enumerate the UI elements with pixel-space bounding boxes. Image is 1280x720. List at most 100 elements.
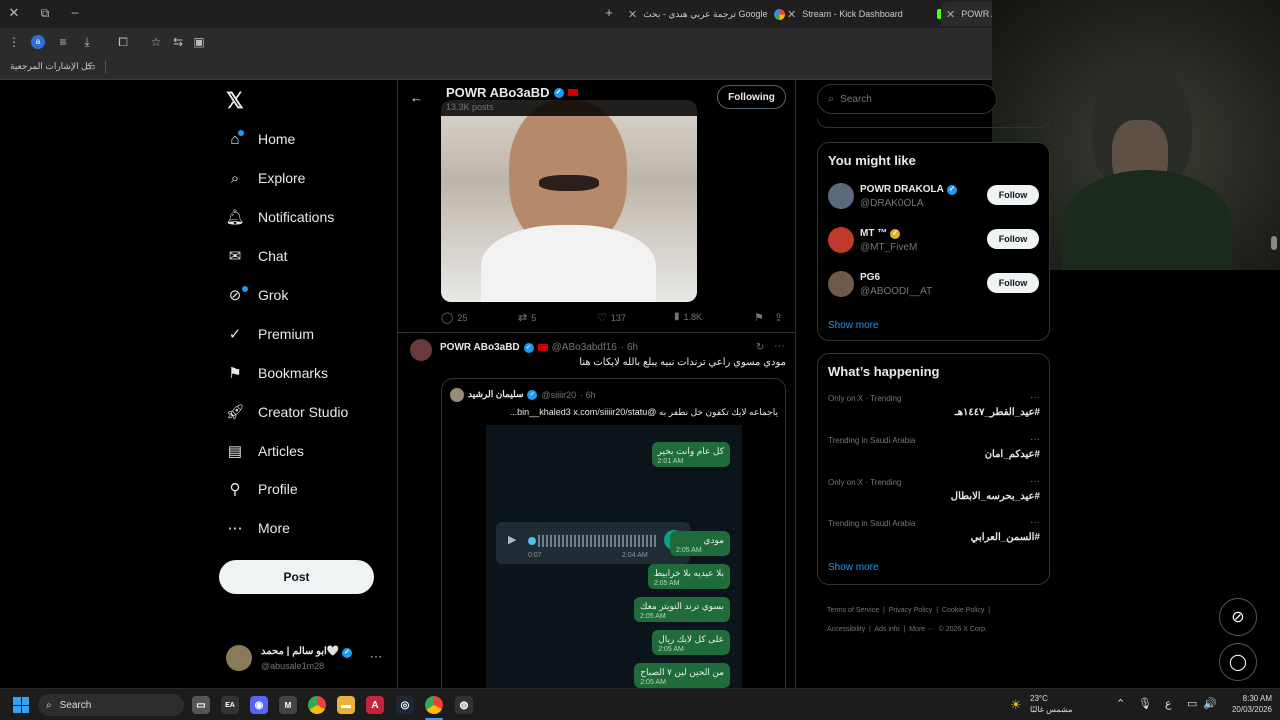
post-author-avatar[interactable] <box>410 339 432 361</box>
nav-item-home[interactable]: ⌂ Home <box>226 130 295 148</box>
trend-item[interactable]: Trending in Saudi Arabia ··· #السمن_العراب… <box>828 517 1040 553</box>
quoted-post[interactable]: سليمان الرشيد ✓ @siiiir20 · 6h ياجماعه ل… <box>441 378 786 688</box>
trend-item[interactable]: Only on X · Trending ··· #عيد_بحرسه_الابطا… <box>828 476 1040 512</box>
windows-start-icon[interactable] <box>13 697 29 713</box>
suggestion-name[interactable]: MT ™ ✓ <box>860 228 901 239</box>
menu-dots-icon[interactable]: ⋮ <box>6 34 22 50</box>
voice-message[interactable]: ▶ 👤 0:07 2:04 AM <box>496 522 690 564</box>
volume-icon[interactable]: 🔊 <box>1203 697 1217 710</box>
more-dots-icon[interactable]: ··· <box>370 649 382 663</box>
clock-time[interactable]: 8:30 AM <box>1226 694 1272 703</box>
trend-item[interactable]: Trending in Saudi Arabia ··· #عيدكم_امان <box>828 434 1040 470</box>
voice-progress-dot[interactable] <box>528 537 536 545</box>
suggestion-name[interactable]: POWR DRAKOLA ✓ <box>860 184 957 195</box>
cast-icon[interactable]: ▣ <box>191 34 207 50</box>
messages-float-button[interactable]: ◯ <box>1219 643 1257 681</box>
chrome-icon[interactable] <box>308 696 326 714</box>
post-author-name[interactable]: POWR ABo3aBD <box>440 342 520 353</box>
folder-icon[interactable]: ▭ <box>85 60 95 73</box>
clock-date[interactable]: 20/03/2026 <box>1220 705 1272 714</box>
obs-icon[interactable]: ◍ <box>455 696 473 714</box>
page-scrollbar[interactable] <box>1271 236 1277 250</box>
suggestion-avatar[interactable] <box>828 183 854 209</box>
post-time[interactable]: · 6h <box>621 342 638 353</box>
trend-item[interactable]: Only on X · Trending ··· #عيد_الفطر_١٤٤٧هـ <box>828 392 1040 428</box>
following-button[interactable]: Following <box>717 85 786 109</box>
share-icon[interactable]: ⇪ <box>774 311 783 324</box>
follow-button[interactable]: Follow <box>987 185 1039 205</box>
more-dots-icon[interactable]: ··· <box>1030 434 1040 445</box>
adobe-icon[interactable]: A <box>366 696 384 714</box>
footer-terms[interactable]: Terms of Service <box>827 607 879 614</box>
input-language[interactable]: ع <box>1165 697 1172 710</box>
profile-avatar[interactable]: a <box>31 35 45 49</box>
play-icon[interactable]: ▶ <box>508 533 516 546</box>
app-icon-m[interactable]: M <box>279 696 297 714</box>
bookmark-icon[interactable]: ⚑ <box>754 311 764 324</box>
footer-ads[interactable]: Ads info <box>874 626 899 633</box>
follow-button[interactable]: Follow <box>987 229 1039 249</box>
more-dots-icon[interactable]: ··· <box>1030 392 1040 403</box>
microphone-icon[interactable]: 🎙 <box>1138 697 1152 710</box>
nav-item-profile[interactable]: ⚲ Profile <box>226 480 298 498</box>
translate-icon[interactable]: ⇆ <box>170 34 186 50</box>
nav-item-bookmarks[interactable]: ⚑ Bookmarks <box>226 364 328 382</box>
views-action[interactable]: ▮ 1.8K <box>674 311 702 322</box>
more-dots-icon[interactable]: ··· <box>1030 476 1040 487</box>
footer-more[interactable]: More ··· <box>909 626 934 633</box>
footer-accessibility[interactable]: Accessibility <box>827 626 865 633</box>
grok-icon[interactable]: ↻ <box>756 342 764 353</box>
file-explorer-icon[interactable]: ▬ <box>337 696 355 714</box>
media-icon[interactable]: ≡ <box>55 34 71 50</box>
repost-action[interactable]: ⇄ 5 <box>518 311 536 324</box>
suggestion-avatar[interactable] <box>828 227 854 253</box>
back-arrow-icon[interactable]: ← <box>410 90 423 105</box>
reply-action[interactable]: ◯ 25 <box>441 311 467 324</box>
nav-item-explore[interactable]: ⌕ Explore <box>226 169 306 187</box>
chevron-up-icon[interactable]: ⌃ <box>1116 697 1125 710</box>
tab-kick-dashboard[interactable]: ✕ Stream - Kick Dashboard <box>787 4 947 24</box>
tab-search-icon[interactable]: ⧉ <box>37 5 53 21</box>
footer-cookie[interactable]: Cookie Policy <box>942 607 984 614</box>
all-bookmarks-label[interactable]: كل الإشارات المرجعية <box>10 61 92 72</box>
download-icon[interactable]: ⤓ <box>79 34 95 50</box>
nav-item-more[interactable]: ⋯ More <box>226 519 290 537</box>
close-tab-icon[interactable]: ✕ <box>628 8 637 21</box>
tab-google-translate[interactable]: ✕ ترجمة عربي هندي - بحث Google <box>628 4 785 24</box>
new-tab-icon[interactable]: + <box>601 5 617 21</box>
post-image[interactable] <box>441 100 697 302</box>
search-input[interactable]: ⌕ Search <box>817 84 997 114</box>
post-author-handle[interactable]: @ABo3abdf16 <box>552 342 617 353</box>
taskbar-search[interactable]: ⌕ Search <box>38 694 184 716</box>
suggestion-name[interactable]: PG6 <box>860 272 880 283</box>
grok-float-button[interactable]: ⊘ <box>1219 598 1257 636</box>
footer-privacy[interactable]: Privacy Policy <box>889 607 933 614</box>
nav-item-chat[interactable]: ✉ Chat <box>226 247 288 265</box>
nav-item-articles[interactable]: ▤ Articles <box>226 442 304 460</box>
tab-powr-active[interactable]: ✕ POWR A <box>941 2 992 26</box>
more-dots-icon[interactable]: ··· <box>1030 517 1040 528</box>
show-more-link[interactable]: Show more <box>828 562 879 573</box>
minimize-icon[interactable]: – <box>67 4 83 20</box>
account-switcher[interactable]: ابو سالم | محمد🤍 ✓ @abusale1m28 ··· <box>226 645 396 673</box>
follow-button[interactable]: Follow <box>987 273 1039 293</box>
star-icon[interactable]: ☆ <box>148 34 164 50</box>
post-button[interactable]: Post <box>219 560 374 594</box>
close-window-icon[interactable]: ✕ <box>6 5 22 21</box>
steam-icon[interactable]: ◎ <box>396 696 414 714</box>
discord-icon[interactable]: ◉ <box>250 696 268 714</box>
close-tab-icon[interactable]: ✕ <box>946 8 955 21</box>
like-action[interactable]: ♡ 137 <box>597 311 626 324</box>
extensions-icon[interactable]: ⧠ <box>115 34 131 50</box>
weather-icon[interactable]: ☀ <box>1010 697 1022 713</box>
task-view-icon[interactable]: ▭ <box>192 696 210 714</box>
network-icon[interactable]: ▭ <box>1187 697 1197 710</box>
more-dots-icon[interactable]: ··· <box>774 340 785 352</box>
nav-item-creator-studio[interactable]: 🚀︎ Creator Studio <box>225 403 348 421</box>
chrome-active-icon[interactable] <box>425 696 443 714</box>
nav-item-grok[interactable]: ⊘ Grok <box>226 286 289 304</box>
x-logo-icon[interactable]: 𝕏 <box>226 88 244 114</box>
show-more-link[interactable]: Show more <box>828 320 879 331</box>
close-tab-icon[interactable]: ✕ <box>787 8 796 21</box>
suggestion-avatar[interactable] <box>828 271 854 297</box>
